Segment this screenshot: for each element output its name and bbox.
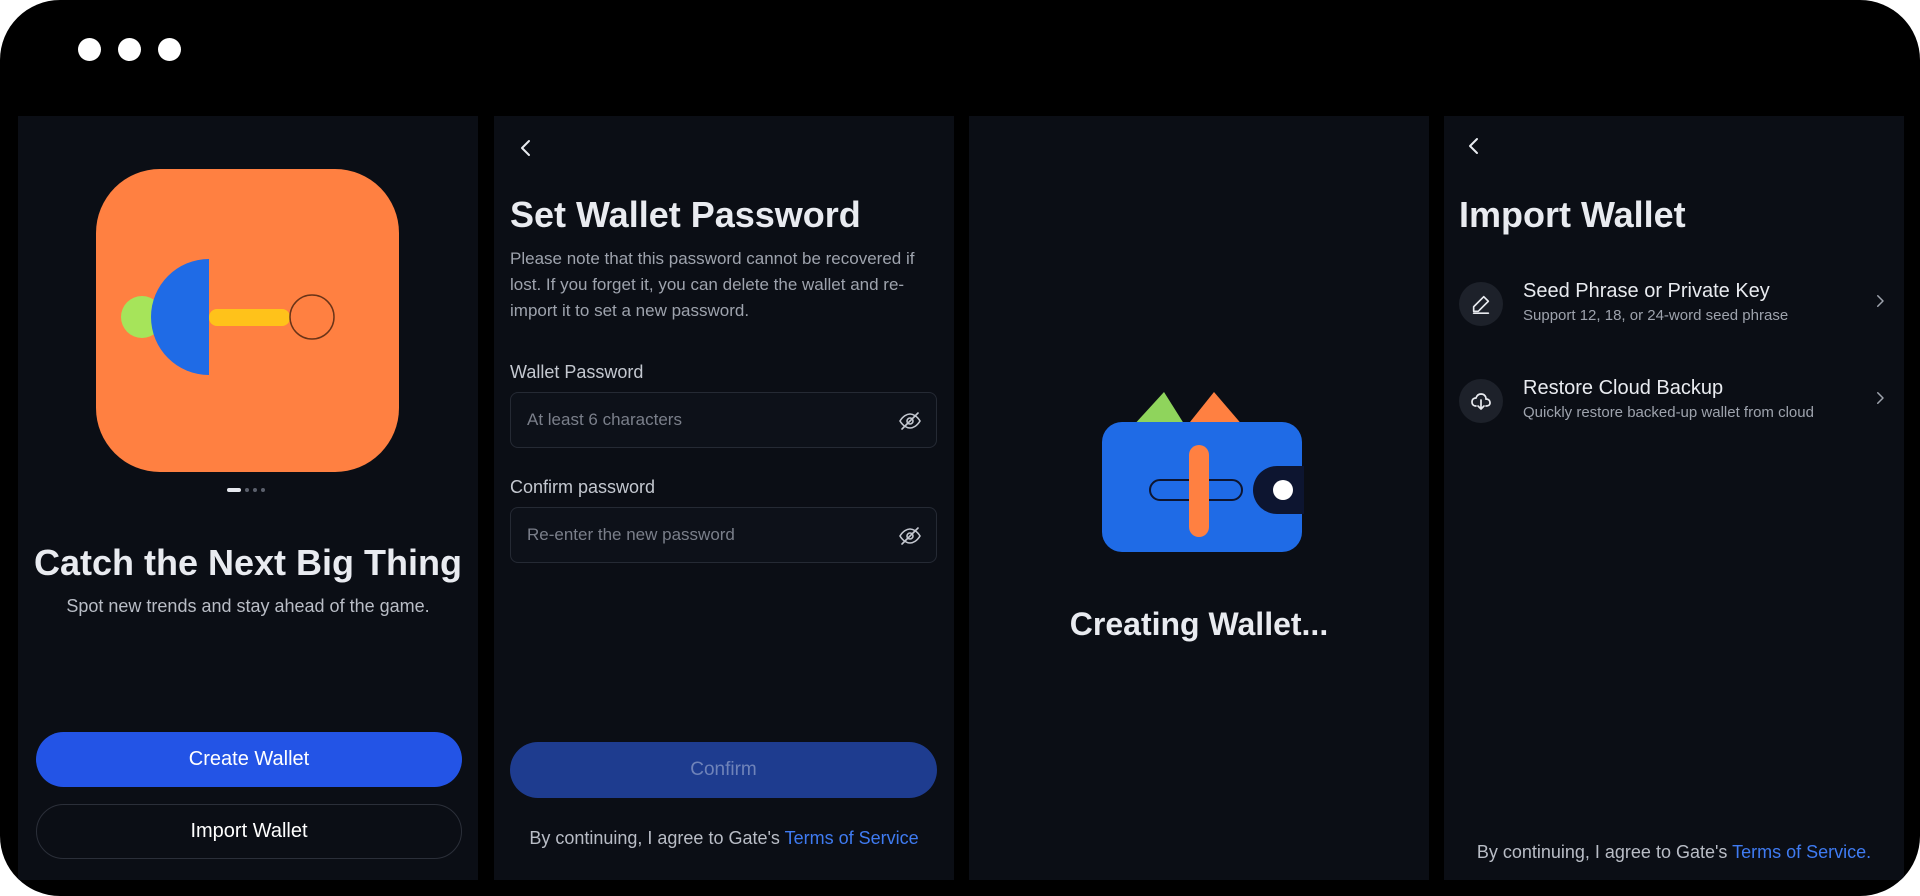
terms-prefix: By continuing, I agree to Gate's bbox=[1476, 842, 1728, 862]
back-arrow-icon[interactable] bbox=[514, 136, 538, 160]
app-logo bbox=[96, 169, 399, 472]
window-controls bbox=[78, 38, 181, 61]
terms-notice: By continuing, I agree to Gate's Terms o… bbox=[494, 828, 954, 849]
eye-off-icon[interactable] bbox=[898, 409, 922, 433]
pager-dot[interactable] bbox=[245, 488, 249, 492]
confirm-button[interactable]: Confirm bbox=[510, 742, 937, 798]
password-warning-text: Please note that this password cannot be… bbox=[510, 249, 915, 320]
creating-wallet-status: Creating Wallet... bbox=[1069, 606, 1329, 642]
app-logo-graphic bbox=[121, 259, 335, 375]
carousel-pager bbox=[227, 488, 265, 492]
wallet-password-input[interactable] bbox=[511, 393, 936, 447]
terms-prefix: By continuing, I agree to Gate's bbox=[529, 828, 780, 848]
import-wallet-button[interactable]: Import Wallet bbox=[36, 804, 462, 859]
terms-of-service-link[interactable]: Terms of Service bbox=[785, 828, 919, 848]
welcome-screen: Catch the Next Big Thing Spot new trends… bbox=[18, 116, 478, 880]
import-wallet-screen: Import Wallet Seed Phrase or Private Key… bbox=[1444, 116, 1904, 880]
confirm-password-label: Confirm password bbox=[510, 477, 656, 497]
welcome-subtitle: Spot new trends and stay ahead of the ga… bbox=[66, 596, 430, 616]
page-title: Set Wallet Password bbox=[510, 194, 861, 235]
confirm-password-field bbox=[510, 507, 937, 563]
confirm-password-input[interactable] bbox=[511, 508, 936, 562]
cloud-backup-option[interactable]: Restore Cloud Backup Quickly restore bac… bbox=[1459, 369, 1889, 431]
wallet-password-label: Wallet Password bbox=[510, 362, 644, 382]
terms-of-service-link[interactable]: Terms of Service. bbox=[1732, 842, 1871, 862]
terms-notice: By continuing, I agree to Gate's Terms o… bbox=[1444, 842, 1904, 863]
chevron-right-icon bbox=[1877, 295, 1884, 307]
window-control-dot[interactable] bbox=[78, 38, 101, 61]
chevron-right-icon bbox=[1877, 392, 1884, 404]
eye-off-icon[interactable] bbox=[898, 524, 922, 548]
cloud-download-icon bbox=[1459, 379, 1503, 423]
app-window: Catch the Next Big Thing Spot new trends… bbox=[0, 0, 1920, 896]
page-title: Import Wallet bbox=[1459, 194, 1686, 235]
option-subtitle: Support 12, 18, or 24-word seed phrase bbox=[1523, 307, 1789, 324]
wallet-password-field bbox=[510, 392, 937, 448]
wallet-illustration bbox=[1102, 392, 1304, 552]
pen-icon bbox=[1459, 282, 1503, 326]
seed-phrase-option[interactable]: Seed Phrase or Private Key Support 12, 1… bbox=[1459, 272, 1889, 334]
window-control-dot[interactable] bbox=[118, 38, 141, 61]
back-arrow-icon[interactable] bbox=[1462, 134, 1486, 158]
create-wallet-button[interactable]: Create Wallet bbox=[36, 732, 462, 787]
pager-dot[interactable] bbox=[253, 488, 257, 492]
pager-dot[interactable] bbox=[261, 488, 265, 492]
window-control-dot[interactable] bbox=[158, 38, 181, 61]
option-subtitle: Quickly restore backed-up wallet from cl… bbox=[1523, 404, 1814, 421]
set-password-screen: Set Wallet Password Please note that thi… bbox=[494, 116, 954, 880]
creating-wallet-screen: Creating Wallet... bbox=[969, 116, 1429, 880]
option-title: Restore Cloud Backup bbox=[1523, 377, 1724, 399]
welcome-title: Catch the Next Big Thing bbox=[33, 542, 462, 583]
pager-dot-active[interactable] bbox=[227, 488, 241, 492]
option-title: Seed Phrase or Private Key bbox=[1523, 280, 1770, 302]
